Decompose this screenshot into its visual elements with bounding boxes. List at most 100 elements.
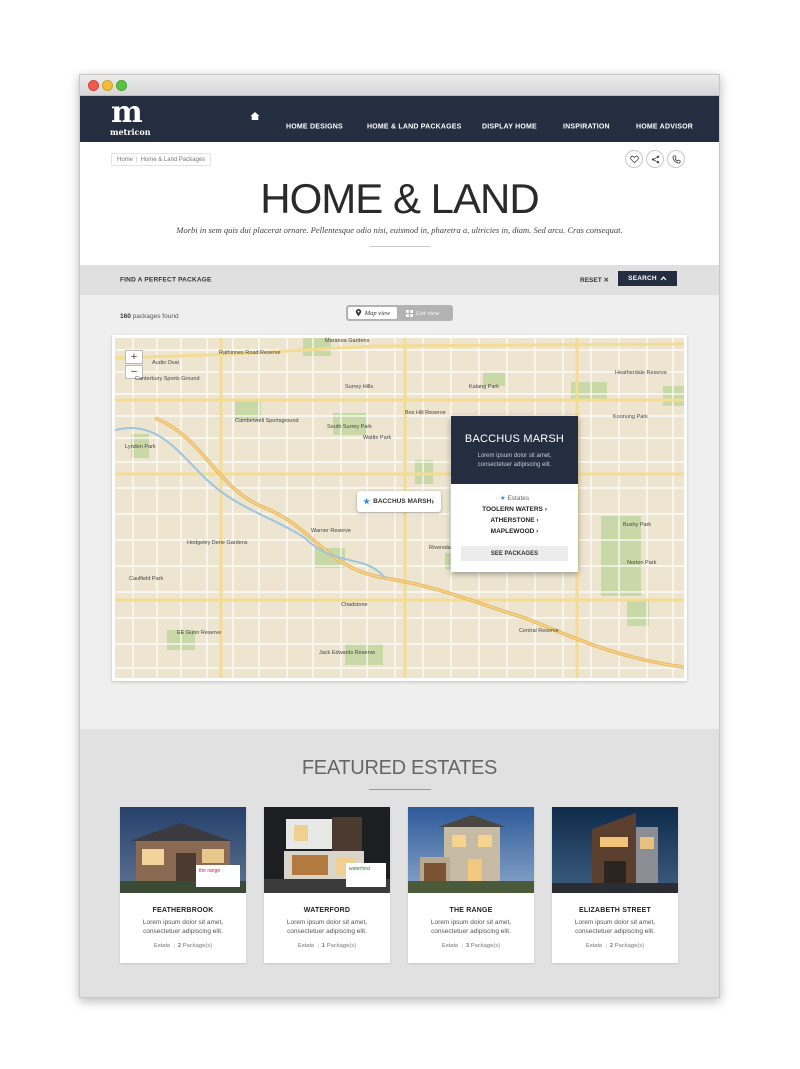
star-icon: ★ [499, 495, 506, 502]
reset-button[interactable]: RESET ✕ [580, 276, 609, 284]
top-navigation: m metricon HOME DESIGNS HOME & LAND PACK… [80, 96, 719, 142]
logo-text[interactable]: metricon [110, 127, 151, 137]
estate-link-atherstone[interactable]: ATHERSTONE › [451, 517, 578, 524]
popup-header: BACCHUS MARSH Lorem ipsum dolor sit amet… [451, 416, 578, 484]
map-place-label: Koonung Park [613, 414, 648, 420]
breadcrumb-separator: | [136, 156, 138, 163]
star-icon: ★ [363, 497, 371, 506]
estates-label: Estates [507, 495, 530, 502]
chevron-right-icon: › [431, 497, 434, 506]
zoom-in-button[interactable]: + [125, 350, 143, 364]
map-place-label: Heatherdale Reserve [615, 370, 667, 376]
estate-logo-badge: waterford [346, 863, 386, 887]
estates-heading: ★ Estates [451, 494, 578, 502]
map-place-label: Box Hill Reserve [405, 410, 446, 416]
title-divider [369, 246, 431, 247]
estate-link-toolern-waters[interactable]: TOOLERN WATERS › [451, 506, 578, 513]
favourite-button[interactable] [625, 150, 643, 168]
filter-bar: FIND A PERFECT PACKAGE RESET ✕ SEARCH [80, 265, 719, 295]
estate-meta: Estate | 2 Package(s) [153, 943, 213, 949]
map-place-label: Rathinnes Road Reserve [219, 350, 281, 356]
featured-title: FEATURED ESTATES [301, 757, 498, 779]
share-icon [651, 155, 659, 163]
logo-mark[interactable]: m [111, 98, 143, 128]
results-count: 160 packages found [120, 313, 179, 320]
home-icon[interactable] [250, 111, 260, 121]
estate-image: the range [120, 807, 246, 893]
map-place-label: Lynden Park [125, 444, 156, 450]
map-place-label: Caulfield Park [129, 576, 164, 582]
see-packages-button[interactable]: SEE PACKAGES [461, 546, 568, 561]
map-place-label: EE Gunn Reserve [177, 630, 222, 636]
breadcrumb-home[interactable]: Home [117, 157, 133, 163]
featured-estates: FEATURED ESTATES the range FEATHERBROOK … [80, 729, 719, 997]
close-icon: ✕ [603, 277, 609, 284]
results-section: 160 packages found Map view List view + … [80, 295, 719, 729]
estate-card-the-range[interactable]: THE RANGE Lorem ipsum dolor sit amet, co… [408, 807, 534, 963]
map-place-label: Kalang Park [469, 384, 499, 390]
featured-divider [369, 789, 431, 790]
browser-window: m metricon HOME DESIGNS HOME & LAND PACK… [79, 74, 720, 998]
close-window-button[interactable] [88, 80, 99, 91]
estate-image [552, 807, 678, 893]
estate-card-featherbrook[interactable]: the range FEATHERBROOK Lorem ipsum dolor… [120, 807, 246, 963]
list-view-tab[interactable]: List view [406, 307, 439, 319]
map-place-label: Audio Ovai [152, 360, 179, 366]
map-place-label: Wattle Park [363, 435, 392, 441]
results-count-number: 160 [120, 313, 131, 320]
estate-meta: Estate | 2 Package(s) [585, 943, 645, 949]
map-popup: BACCHUS MARSH Lorem ipsum dolor sit amet… [451, 416, 578, 572]
map-view-label: Map view [364, 309, 391, 317]
estate-name: WATERFORD [303, 907, 351, 914]
nav-inspiration[interactable]: INSPIRATION [563, 124, 610, 131]
window-titlebar [80, 75, 719, 96]
map-place-label: Jack Edwards Reserve [319, 650, 376, 656]
call-button[interactable] [667, 150, 685, 168]
search-button[interactable]: SEARCH [618, 271, 677, 286]
map-place-label: Central Reserve [519, 628, 559, 634]
minimize-window-button[interactable] [102, 80, 113, 91]
filter-label[interactable]: FIND A PERFECT PACKAGE [120, 277, 212, 284]
map-place-label: Maranoa Gardens [325, 338, 370, 344]
estate-description: Lorem ipsum dolor sit amet, consectetuer… [574, 919, 656, 935]
page-title: HOME & LAND [260, 175, 539, 222]
estate-description: Lorem ipsum dolor sit amet, consectetuer… [286, 919, 368, 935]
map-place-label: Hedgeley Dene Gardens [187, 540, 248, 546]
estate-card-elizabeth-street[interactable]: ELIZABETH STREET Lorem ipsum dolor sit a… [552, 807, 678, 963]
grid-icon [406, 309, 413, 317]
map-place-label: Norton Park [627, 560, 657, 566]
marker-label: BACCHUS MARSH [373, 498, 432, 505]
estate-image [408, 807, 534, 893]
results-count-label: packages found [132, 313, 179, 320]
breadcrumb-current[interactable]: Home & Land Packages [141, 157, 206, 163]
heart-icon [629, 155, 639, 163]
map-view-tab[interactable]: Map view [348, 307, 397, 319]
map-pin-icon [355, 309, 361, 317]
map-place-label: Chadstone [341, 602, 368, 608]
nav-home-advisor[interactable]: HOME ADVISOR [636, 124, 693, 131]
map[interactable]: + − Audio Ovai Rathinnes Road Reserve Ma… [112, 335, 687, 681]
estate-description: Lorem ipsum dolor sit amet, consectetuer… [142, 919, 224, 935]
map-place-label: Warner Reserve [311, 528, 351, 534]
list-view-label: List view [416, 309, 440, 317]
search-label: SEARCH [628, 275, 657, 282]
nav-home-land-packages[interactable]: HOME & LAND PACKAGES [367, 124, 461, 131]
breadcrumb: Home | Home & Land Packages [111, 153, 212, 166]
share-button[interactable] [646, 150, 664, 168]
estate-link-maplewood[interactable]: MAPLEWOOD › [451, 528, 578, 535]
estate-name: THE RANGE [449, 907, 493, 914]
estate-meta: Estate | 1 Package(s) [297, 943, 357, 949]
map-place-label: Bushy Park [623, 522, 652, 528]
reset-label: RESET [580, 277, 602, 284]
popup-title: BACCHUS MARSH [464, 433, 565, 445]
map-place-label: South Surrey Park [327, 424, 372, 430]
map-marker-bacchus-marsh[interactable]: ★ BACCHUS MARSH › [357, 491, 441, 512]
phone-icon [671, 154, 681, 164]
map-place-label: Canterbury Sports Ground [135, 376, 200, 382]
estate-image: waterford [264, 807, 390, 893]
maximize-window-button[interactable] [116, 80, 127, 91]
nav-home-designs[interactable]: HOME DESIGNS [286, 124, 343, 131]
nav-display-home[interactable]: DISPLAY HOME [482, 124, 537, 131]
estate-meta: Estate | 3 Package(s) [441, 943, 501, 949]
estate-card-waterford[interactable]: waterford WATERFORD Lorem ipsum dolor si… [264, 807, 390, 963]
